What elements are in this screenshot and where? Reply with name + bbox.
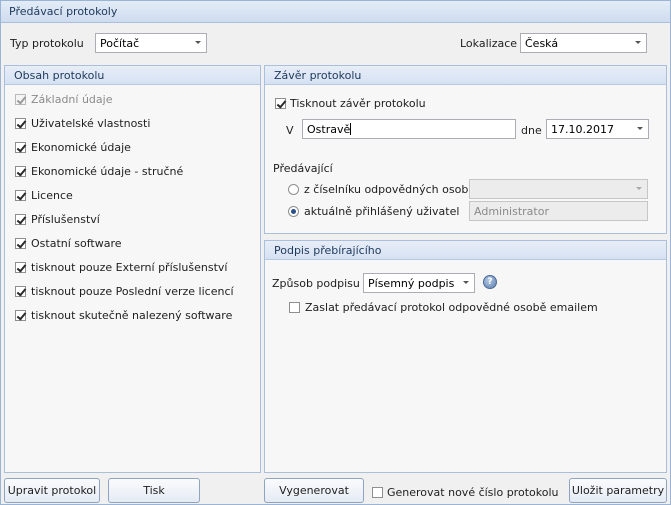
content-item-checkbox[interactable]	[15, 286, 26, 297]
protocol-type-select[interactable]: Počítač	[95, 33, 207, 53]
content-item-checkbox[interactable]	[15, 238, 26, 249]
handover-label: Předávající	[273, 162, 333, 175]
email-protocol-checkbox[interactable]	[289, 302, 300, 313]
email-protocol-label: Zaslat předávací protokol odpovědné osob…	[305, 301, 598, 314]
radio-current-user-label: aktuálně přihlášený uživatel	[304, 205, 460, 218]
place-input[interactable]: Ostravě	[302, 119, 516, 139]
generate-new-number-label: Generovat nové číslo protokolu	[387, 486, 559, 499]
localization-select[interactable]: Česká	[520, 33, 647, 53]
print-conclusion-checkbox[interactable]	[275, 98, 286, 109]
signature-method-label: Způsob podpisu	[272, 277, 360, 290]
content-item-label: Uživatelské vlastnosti	[31, 117, 151, 130]
protocol-type-label: Typ protokolu	[10, 37, 84, 50]
content-item-label: tisknout pouze Externí příslušenství	[31, 261, 228, 274]
signature-method-value: Písemný podpis	[368, 277, 455, 290]
chevron-down-icon	[463, 281, 469, 284]
protocol-type-value: Počítač	[100, 37, 140, 50]
content-item-checkbox[interactable]	[15, 214, 26, 225]
content-item-checkbox[interactable]	[15, 190, 26, 201]
current-user-value: Administrator	[474, 205, 549, 218]
print-conclusion-label: Tisknout závěr protokolu	[290, 97, 426, 110]
localization-label: Lokalizace	[460, 37, 518, 50]
content-panel: Obsah protokolu Základní údaje Uživatelsk…	[4, 65, 261, 473]
chevron-down-icon	[637, 127, 643, 130]
responsible-person-select[interactable]	[469, 179, 648, 199]
content-item-label: Licence	[31, 189, 73, 202]
chevron-down-icon	[636, 187, 642, 190]
window-title: Předávací protokoly	[9, 5, 118, 18]
content-item-checkbox[interactable]	[15, 118, 26, 129]
content-item-checkbox[interactable]	[15, 142, 26, 153]
generate-button[interactable]: Vygenerovat	[264, 478, 364, 503]
place-value: Ostravě	[307, 123, 351, 136]
chevron-down-icon	[635, 41, 641, 44]
content-item-label: Ekonomické údaje	[31, 141, 131, 154]
content-item-label: tisknout skutečně nalezený software	[31, 309, 233, 322]
signature-method-select[interactable]: Písemný podpis	[363, 273, 475, 293]
help-icon[interactable]: ?	[483, 275, 497, 289]
content-item-label: Příslušenství	[31, 213, 100, 226]
content-panel-header: Obsah protokolu	[5, 66, 260, 85]
content-item-label: Základní údaje	[31, 93, 113, 106]
localization-value: Česká	[525, 37, 559, 50]
current-user-field: Administrator	[469, 201, 648, 221]
content-item-label: tisknout pouze Poslední verze licencí	[31, 285, 234, 298]
text-caret	[350, 123, 352, 135]
date-label: dne :	[521, 124, 549, 137]
content-panel-title: Obsah protokolu	[14, 69, 105, 82]
generate-new-number-checkbox[interactable]	[372, 487, 383, 498]
radio-responsible-list[interactable]	[288, 184, 299, 195]
save-parameters-button[interactable]: Uložit parametry	[569, 478, 667, 503]
content-item-label: Ostatní software	[31, 237, 122, 250]
content-item-checkbox	[15, 94, 26, 105]
place-prefix-label: V	[286, 124, 294, 137]
chevron-down-icon	[195, 41, 201, 44]
content-item-checkbox[interactable]	[15, 262, 26, 273]
conclusion-panel-header: Závěr protokolu	[265, 66, 666, 85]
signature-panel: Podpis přebírajícího Způsob podpisu Píse…	[264, 240, 667, 473]
edit-protocol-button[interactable]: Upravit protokol	[4, 478, 100, 503]
print-button[interactable]: Tisk	[108, 478, 200, 503]
window-title-bar: Předávací protokoly	[1, 1, 670, 23]
conclusion-panel-title: Závěr protokolu	[274, 69, 362, 82]
date-picker[interactable]: 17.10.2017	[546, 119, 649, 139]
content-item-label: Ekonomické údaje - stručné	[31, 165, 184, 178]
signature-panel-title: Podpis přebírajícího	[274, 244, 382, 257]
signature-panel-header: Podpis přebírajícího	[265, 241, 666, 260]
content-item-checkbox[interactable]	[15, 166, 26, 177]
conclusion-panel: Závěr protokolu Tisknout závěr protokolu…	[264, 65, 667, 234]
content-item-checkbox[interactable]	[15, 310, 26, 321]
date-value: 17.10.2017	[551, 123, 614, 136]
radio-responsible-list-label: z číselníku odpovědných osob	[304, 183, 469, 196]
radio-current-user[interactable]	[288, 206, 299, 217]
